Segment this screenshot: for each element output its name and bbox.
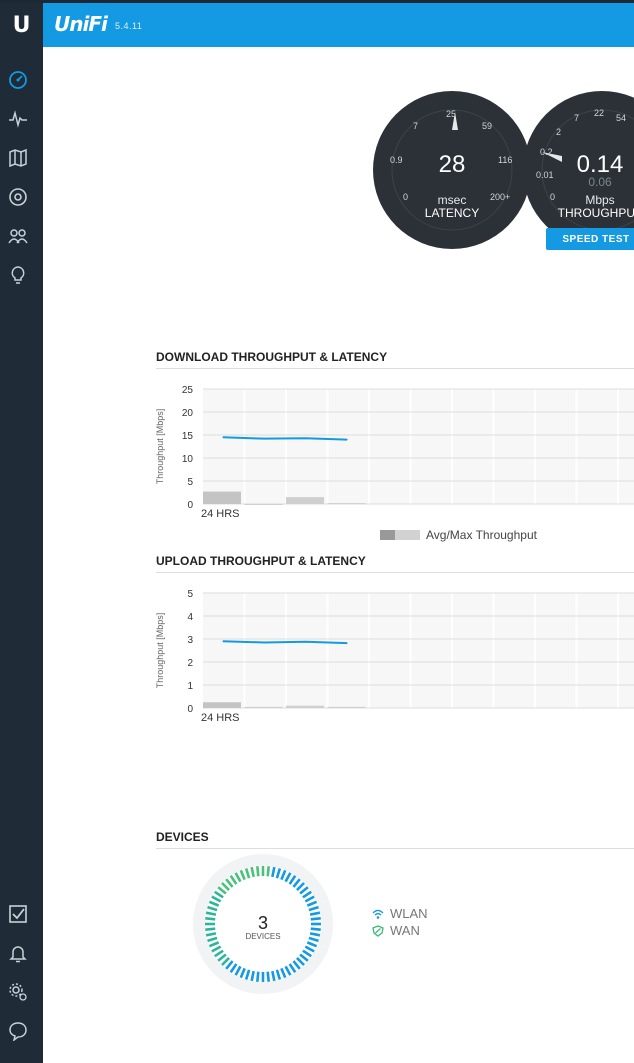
latency-value: 28 — [439, 151, 466, 178]
throughput-tick-5: 22 — [594, 108, 604, 118]
donut-segment — [310, 927, 321, 931]
throughput-value: 0.14 — [577, 151, 624, 178]
upload-x-axis-label: 24 HRS — [201, 712, 240, 724]
download-bar — [327, 503, 366, 505]
map-icon[interactable] — [7, 147, 29, 169]
latency-tick-3: 25 — [446, 109, 456, 119]
throughput-gauge: 0 0.01 0.2 2 7 22 54 0.14 0.06 Mbps THRO… — [522, 90, 634, 250]
donut-segment — [205, 917, 216, 921]
upload-y-tick: 1 — [187, 681, 193, 692]
upload-y-tick: 2 — [187, 658, 193, 669]
insights-icon[interactable] — [7, 264, 29, 286]
upload-y-tick: 3 — [187, 635, 193, 646]
sidebar — [0, 47, 43, 1063]
upload-y-tick: 5 — [187, 589, 193, 600]
download-y-tick: 25 — [182, 385, 194, 396]
devices-donut: 3 DEVICES — [192, 853, 334, 995]
latency-tick-1: 0.9 — [390, 155, 403, 165]
latency-tick-2: 7 — [413, 121, 418, 131]
legend-wlan: WLAN — [372, 906, 428, 921]
download-y-axis-label: Throughput [Mbps] — [155, 409, 165, 485]
devices-section-divider — [156, 848, 634, 849]
devices-count: 3 — [258, 913, 268, 933]
throughput-secondary: 0.06 — [588, 175, 612, 189]
donut-segment — [205, 927, 216, 931]
latency-gauge: 0 0.9 7 25 59 116 200+ 28 msec LATENCY — [372, 90, 532, 250]
upload-y-tick: 0 — [187, 704, 193, 715]
upload-section-divider — [156, 572, 634, 573]
upload-section-title: UPLOAD THROUGHPUT & LATENCY — [156, 554, 366, 568]
throughput-tick-2: 0.2 — [540, 147, 553, 157]
app-version: 5.4.11 — [115, 21, 143, 31]
throughput-tick-6: 54 — [616, 113, 626, 123]
upload-bar — [244, 706, 283, 708]
events-icon[interactable] — [7, 903, 29, 925]
upload-y-tick: 4 — [187, 612, 193, 623]
throughput-unit: Mbps — [585, 193, 614, 207]
download-chart: 0 5 10 15 20 25 Throughput [Mbps] 24 HRS — [150, 378, 634, 533]
latency-tick-5: 116 — [498, 155, 512, 165]
throughput-tick-1: 0.01 — [536, 170, 554, 180]
legend-swatch — [380, 530, 420, 540]
unifi-brand: UniFi — [54, 12, 108, 36]
legend-label: Avg/Max Throughput — [426, 528, 537, 542]
legend-wan: WAN — [372, 923, 420, 938]
throughput-tick-3: 2 — [556, 127, 561, 137]
upload-bar — [327, 706, 366, 708]
upload-y-axis-label: Throughput [Mbps] — [155, 613, 165, 689]
download-y-tick: 10 — [182, 454, 194, 465]
dashboard-icon[interactable] — [7, 69, 29, 91]
upload-plot-area — [203, 593, 634, 708]
latency-unit: msec — [438, 193, 467, 207]
download-section-title: DOWNLOAD THROUGHPUT & LATENCY — [156, 350, 388, 364]
ubiquiti-logo[interactable]: U — [0, 3, 43, 47]
upload-bar — [286, 705, 324, 708]
wifi-icon — [372, 909, 384, 919]
download-y-tick: 15 — [182, 431, 194, 442]
latency-tick-0: 0 — [403, 192, 408, 202]
throughput-tick-4: 7 — [574, 113, 579, 123]
latency-label: LATENCY — [425, 206, 479, 220]
donut-segment — [266, 971, 270, 982]
donut-segment — [256, 866, 260, 877]
devices-icon[interactable] — [7, 186, 29, 208]
donut-segment — [310, 917, 321, 921]
latency-tick-6: 200+ — [490, 192, 510, 202]
devices-count-label: DEVICES — [245, 932, 280, 941]
clients-icon[interactable] — [7, 225, 29, 247]
latency-tick-4: 59 — [482, 121, 492, 131]
wan-label: WAN — [390, 923, 420, 938]
wlan-label: WLAN — [390, 906, 428, 921]
download-bar — [286, 497, 324, 504]
download-x-axis-label: 24 HRS — [201, 508, 240, 520]
shield-icon — [372, 924, 384, 937]
top-bar: U UniFi 5.4.11 — [0, 0, 634, 47]
download-section-divider — [156, 368, 634, 369]
alerts-icon[interactable] — [7, 942, 29, 964]
download-y-tick: 5 — [187, 477, 193, 488]
upload-chart: 0 1 2 3 4 5 Throughput [Mbps] 24 HRS — [150, 582, 634, 737]
donut-segment — [256, 971, 260, 982]
download-y-tick: 0 — [187, 500, 193, 511]
donut-segment — [266, 866, 270, 877]
download-y-tick: 20 — [182, 408, 194, 419]
download-bar — [203, 491, 241, 504]
throughput-tick-0: 0 — [550, 192, 555, 202]
settings-icon[interactable] — [7, 981, 29, 1003]
download-bar — [244, 504, 283, 505]
throughput-legend: Avg/Max Throughput — [380, 528, 537, 542]
download-plot-area — [203, 389, 634, 504]
throughput-label: THROUGHPUT — [558, 206, 634, 220]
chat-icon[interactable] — [7, 1020, 29, 1042]
statistics-icon[interactable] — [7, 108, 29, 130]
speed-test-button[interactable]: SPEED TEST — [546, 228, 634, 250]
devices-section-title: DEVICES — [156, 830, 209, 844]
upload-bar — [203, 702, 241, 708]
